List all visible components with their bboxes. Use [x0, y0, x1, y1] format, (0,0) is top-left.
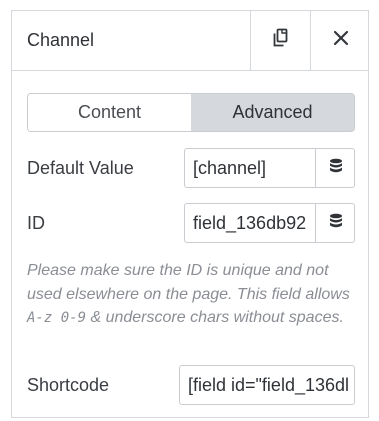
help-text-part: & underscore chars without spaces. — [86, 309, 344, 326]
database-icon — [329, 213, 343, 234]
field-settings-panel: Channel Content Advanced Default Value [… — [11, 10, 369, 418]
tab-content[interactable]: Content — [28, 94, 191, 131]
shortcode-field: [field id="field_136dl — [179, 365, 355, 405]
database-icon — [329, 158, 343, 179]
close-icon — [333, 30, 349, 51]
id-input[interactable]: field_136db92 — [193, 204, 313, 242]
default-value-label: Default Value — [27, 158, 134, 178]
default-value-field: [channel] — [184, 148, 355, 188]
shortcode-input[interactable]: [field id="field_136dl — [188, 366, 350, 404]
default-value-input[interactable]: [channel] — [193, 149, 313, 187]
id-dynamic-data-button[interactable] — [315, 204, 354, 242]
help-text-code: A-z 0-9 — [27, 310, 87, 326]
panel-title: Channel — [27, 30, 95, 50]
copy-icon — [272, 28, 290, 53]
close-button[interactable] — [310, 11, 370, 70]
tab-advanced[interactable]: Advanced — [191, 94, 354, 131]
help-text-part: Please make sure the ID is unique and no… — [27, 262, 350, 303]
id-label: ID — [27, 213, 45, 233]
id-help-text: Please make sure the ID is unique and no… — [27, 259, 357, 331]
default-value-dynamic-data-button[interactable] — [315, 149, 354, 187]
id-field: field_136db92 — [184, 203, 355, 243]
shortcode-label: Shortcode — [27, 375, 110, 395]
panel-header: Channel — [12, 11, 368, 71]
copy-button[interactable] — [250, 11, 310, 70]
settings-tabs: Content Advanced — [27, 93, 355, 132]
